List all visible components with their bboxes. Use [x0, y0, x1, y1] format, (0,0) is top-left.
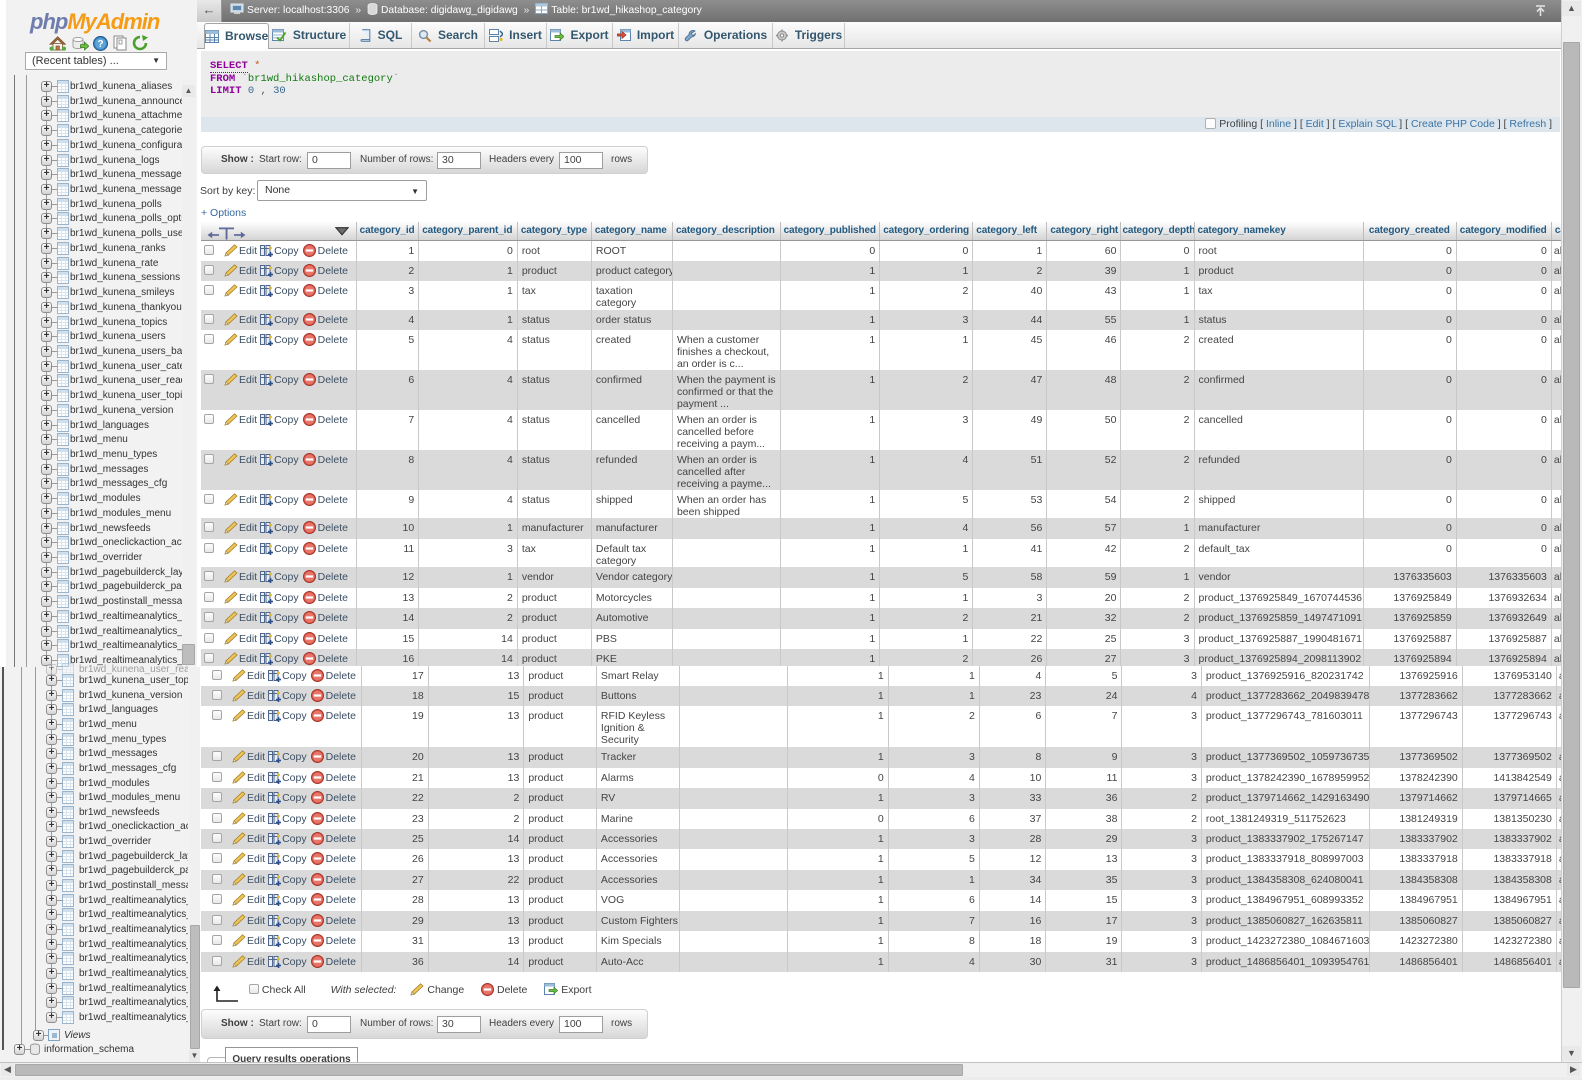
svg-text:?: ? — [97, 39, 103, 50]
